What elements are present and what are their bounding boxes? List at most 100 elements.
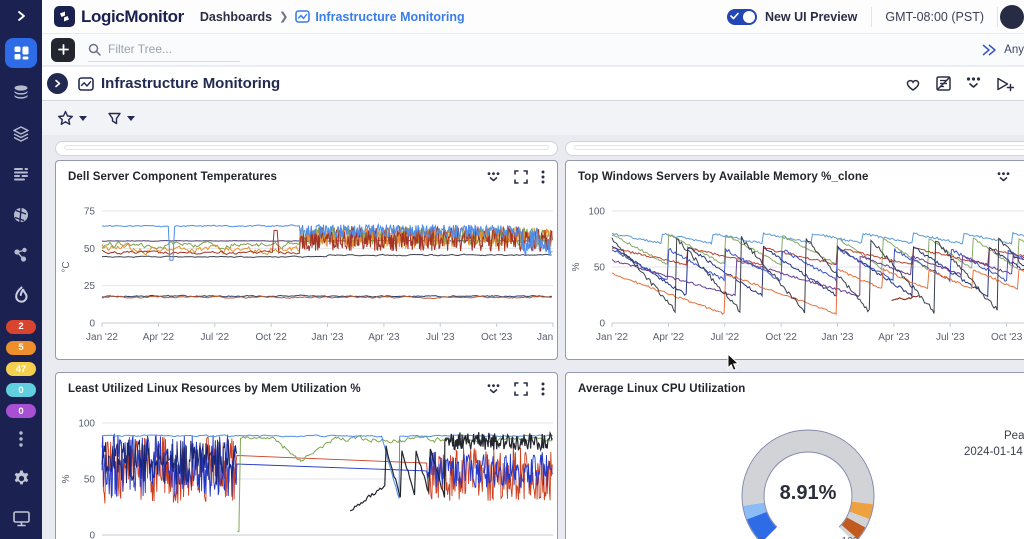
svg-text:Oct '23: Oct '23 (991, 332, 1023, 343)
svg-text:Apr '22: Apr '22 (653, 332, 685, 343)
sidebar-item-settings[interactable] (0, 458, 42, 499)
database-icon (12, 84, 30, 102)
alert-badge-other[interactable]: 0 (6, 404, 36, 418)
sidebar-item-resources[interactable] (0, 73, 42, 114)
sidebar-item-topology[interactable] (0, 235, 42, 276)
logicmonitor-app: 2 5 47 0 0 LogicMonitor Dashboards ❯ Inf… (0, 0, 1024, 539)
sidebar-item-remote-session[interactable] (0, 498, 42, 539)
caret-down-icon (79, 116, 87, 121)
svg-text:0: 0 (89, 531, 95, 539)
monitor-icon (12, 510, 31, 527)
favorites-dropdown[interactable] (57, 110, 87, 126)
share-dashboard-button[interactable] (995, 76, 1014, 92)
favorite-button[interactable] (904, 76, 922, 92)
dots-chevron-icon (965, 76, 982, 91)
svg-text:50: 50 (84, 475, 96, 486)
page-title: Infrastructure Monitoring (101, 75, 280, 92)
svg-text:Jul '22: Jul '22 (200, 332, 229, 343)
widget-more-button[interactable] (486, 171, 501, 184)
user-avatar[interactable] (1000, 5, 1024, 29)
kebab-icon (18, 430, 24, 448)
svg-text:Apr '22: Apr '22 (143, 332, 175, 343)
alert-badge-warning[interactable]: 47 (6, 362, 36, 376)
peak-label: Peak (1004, 428, 1024, 444)
filter-tree-search[interactable] (88, 38, 240, 62)
dashboard-chart-icon (295, 10, 310, 23)
gauge-peak-info: Peak 2024-01-14 (964, 428, 1024, 460)
sidebar-expand-button[interactable] (0, 0, 42, 32)
header-separator (997, 7, 998, 27)
double-chevron-icon[interactable] (981, 43, 998, 57)
svg-text:%: % (61, 474, 72, 483)
top-header: LogicMonitor Dashboards ❯ Infrastructure… (42, 0, 1024, 34)
widget-fullscreen-button[interactable] (514, 382, 528, 396)
chevron-right-icon (15, 10, 27, 22)
svg-text:Jul '23: Jul '23 (426, 332, 455, 343)
filter-dropdown[interactable] (107, 111, 135, 126)
memory-chart: 050100%Jan '22Apr '22Jul '22Oct '22Jan '… (566, 193, 1024, 358)
page-titlebar: Infrastructure Monitoring (42, 66, 1024, 101)
new-ui-toggle-label: New UI Preview (765, 10, 857, 24)
log-lines-icon (12, 166, 30, 182)
new-ui-toggle[interactable] (727, 9, 757, 25)
heart-icon (904, 76, 922, 92)
svg-text:Jan '22: Jan '22 (596, 332, 628, 343)
sidebar-item-reports[interactable] (0, 195, 42, 236)
dashboard-chart-icon (78, 77, 94, 91)
dashboards-icon (5, 38, 37, 68)
timezone-label[interactable]: GMT-08:00 (PST) (872, 10, 997, 24)
kebab-icon (541, 170, 545, 184)
breadcrumb-current[interactable]: Infrastructure Monitoring (295, 10, 464, 24)
temperature-chart: 0255075°CJan '22Apr '22Jul '22Oct '22Jan… (56, 193, 556, 358)
breadcrumb-dashboards[interactable]: Dashboards (200, 10, 272, 24)
svg-text:0: 0 (89, 319, 95, 330)
sidebar-item-alerts[interactable] (0, 276, 42, 317)
widget-menu-button[interactable] (541, 382, 545, 396)
widgets-more-button[interactable] (965, 76, 982, 91)
svg-text:50: 50 (594, 263, 606, 274)
widget-more-button[interactable] (486, 383, 501, 396)
svg-text:Jan '22: Jan '22 (86, 332, 118, 343)
svg-text:°C: °C (61, 261, 72, 272)
svg-text:50: 50 (84, 244, 96, 255)
dashboard-canvas: Dell Server Component Temperatures 02550… (42, 135, 1024, 539)
linux-mem-chart: 0 50 100% (56, 405, 556, 539)
gear-icon (12, 469, 31, 488)
report-disabled-button[interactable] (935, 75, 952, 92)
filter-toolbar (42, 101, 1024, 135)
widget-linux-cpu-gauge: Average Linux CPU Utilization 8.91%0100 … (565, 372, 1024, 539)
widget-linux-mem-utilization: Least Utilized Linux Resources by Mem Ut… (55, 372, 558, 539)
fullscreen-icon (514, 170, 528, 184)
sidebar-item-dashboards[interactable] (0, 34, 42, 72)
widget-title: Average Linux CPU Utilization (578, 383, 745, 395)
breadcrumb-current-label: Infrastructure Monitoring (315, 10, 464, 24)
collapse-tree-button[interactable] (47, 73, 68, 94)
add-button[interactable] (51, 38, 75, 62)
filter-tree-input[interactable] (108, 42, 228, 56)
sidebar: 2 5 47 0 0 (0, 0, 42, 539)
any-label[interactable]: Any (1004, 44, 1024, 56)
svg-text:Jan '23: Jan '23 (822, 332, 854, 343)
svg-text:Apr '23: Apr '23 (878, 332, 910, 343)
svg-text:Apr '23: Apr '23 (368, 332, 400, 343)
caret-down-icon (127, 116, 135, 121)
peak-date: 2024-01-14 (964, 444, 1024, 460)
widget-menu-button[interactable] (541, 170, 545, 184)
svg-text:Jul '23: Jul '23 (936, 332, 965, 343)
sidebar-item-logs[interactable] (0, 154, 42, 195)
svg-text:100: 100 (78, 419, 95, 430)
search-icon (88, 43, 101, 56)
alert-badge-info[interactable]: 0 (6, 383, 36, 397)
fullscreen-icon (514, 382, 528, 396)
sidebar-more-button[interactable] (0, 422, 42, 456)
alert-badge-error[interactable]: 5 (6, 341, 36, 355)
funnel-icon (107, 111, 122, 126)
widget-more-button[interactable] (996, 171, 1011, 184)
alert-badge-critical[interactable]: 2 (6, 320, 36, 334)
dots-chevron-icon (486, 171, 501, 184)
dots-chevron-icon (486, 383, 501, 396)
widget-fullscreen-button[interactable] (514, 170, 528, 184)
widget-title: Top Windows Servers by Available Memory … (578, 171, 868, 183)
svg-text:0: 0 (599, 319, 605, 330)
sidebar-item-websites[interactable] (0, 113, 42, 154)
